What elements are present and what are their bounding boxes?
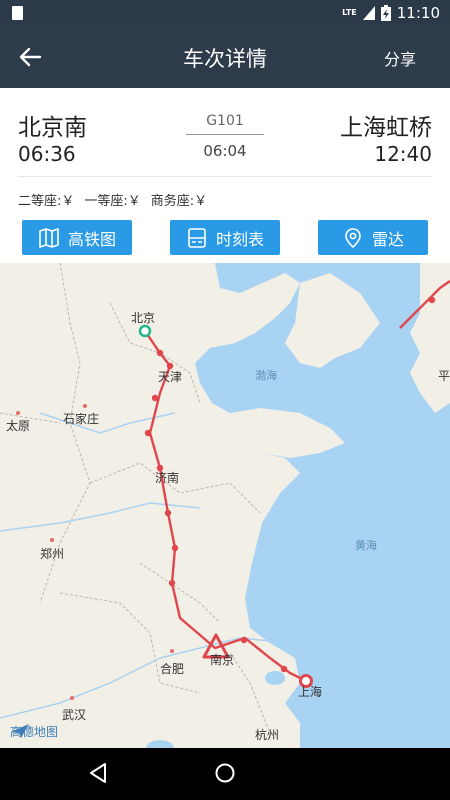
arrival-station: 上海虹桥	[340, 115, 432, 141]
route-stop	[240, 636, 248, 644]
travel-duration: 06:04	[203, 142, 247, 160]
route-stop	[156, 349, 164, 357]
city-label-shijiazhuang: 石家庄	[63, 412, 100, 426]
business-class-price: 商务座:￥	[150, 194, 208, 209]
timetable-button[interactable]: 时刻表	[170, 220, 280, 255]
clock: 11:10	[396, 4, 440, 22]
city-label-beijing: 北京	[131, 311, 156, 325]
status-bar: LTE 11:10	[0, 0, 450, 26]
city-dot	[83, 404, 87, 408]
city-label-hangzhou: 杭州	[255, 728, 280, 742]
rail-map-button[interactable]: 高铁图	[22, 220, 132, 255]
city-dot	[70, 696, 74, 700]
city-label-taiyuan: 太原	[6, 419, 31, 433]
lake	[146, 740, 174, 748]
share-button[interactable]: 分享	[384, 46, 416, 70]
city-label-edge: 平	[438, 369, 450, 383]
train-number: G101	[206, 113, 244, 129]
train-line-divider	[186, 134, 264, 135]
home-circle-icon[interactable]	[214, 762, 236, 784]
battery-charging-icon	[380, 5, 391, 21]
second-class-price: 二等座:￥	[18, 194, 75, 209]
first-class-price: 一等座:￥	[84, 194, 141, 209]
route-stop	[151, 394, 159, 402]
arrival-time: 12:40	[374, 142, 432, 166]
route-map[interactable]: 北京 天津 石家庄 太原 济南 郑州 合肥 南京 上海 武汉 杭州 平 渤海 黄…	[0, 263, 450, 748]
trip-info-panel: 北京南 06:36 G101 06:04 上海虹桥 12:40 二等座:￥ 一等…	[0, 88, 450, 263]
city-label-zhengzhou: 郑州	[40, 547, 65, 561]
city-label-jinan: 济南	[155, 471, 180, 485]
location-pin-icon	[345, 227, 361, 248]
signal-icon	[362, 6, 375, 20]
seat-prices: 二等座:￥ 一等座:￥ 商务座:￥	[18, 190, 207, 209]
system-navigation-bar	[0, 748, 450, 800]
route-stop	[428, 296, 436, 304]
timetable-label: 时刻表	[215, 229, 264, 249]
departure-station: 北京南	[18, 115, 87, 141]
route-stop	[144, 429, 152, 437]
map-brand: 高德地图	[10, 723, 58, 740]
city-label-nanjing: 南京	[210, 653, 235, 667]
route-stop	[280, 665, 288, 673]
back-triangle-icon[interactable]	[88, 762, 108, 784]
rail-map-label: 高铁图	[67, 229, 116, 249]
city-dot	[16, 411, 20, 415]
sim-card-icon	[12, 6, 23, 20]
sea-label-bohai: 渤海	[255, 369, 277, 382]
route-stop	[164, 509, 172, 517]
sea-label-yellow-sea: 黄海	[355, 539, 377, 552]
app-bar: 车次详情 分享	[0, 26, 450, 88]
timetable-icon	[188, 227, 206, 248]
radar-button[interactable]: 雷达	[318, 220, 428, 255]
city-label-hefei: 合肥	[160, 662, 185, 676]
route-stop	[171, 544, 179, 552]
divider	[18, 176, 432, 177]
route-stop	[168, 579, 176, 587]
map-canvas	[0, 263, 450, 748]
network-type: LTE	[342, 8, 357, 17]
origin-marker	[138, 324, 152, 338]
page-title: 车次详情	[183, 47, 267, 71]
city-dot	[170, 649, 174, 653]
city-label-shanghai: 上海	[298, 685, 323, 699]
amap-logo-icon	[11, 724, 29, 738]
departure-time: 06:36	[18, 142, 76, 166]
radar-label: 雷达	[371, 229, 404, 249]
lake	[265, 671, 285, 685]
city-dot	[50, 538, 54, 542]
city-label-tianjin: 天津	[158, 370, 183, 384]
city-label-wuhan: 武汉	[62, 708, 87, 722]
map-icon	[39, 227, 59, 248]
